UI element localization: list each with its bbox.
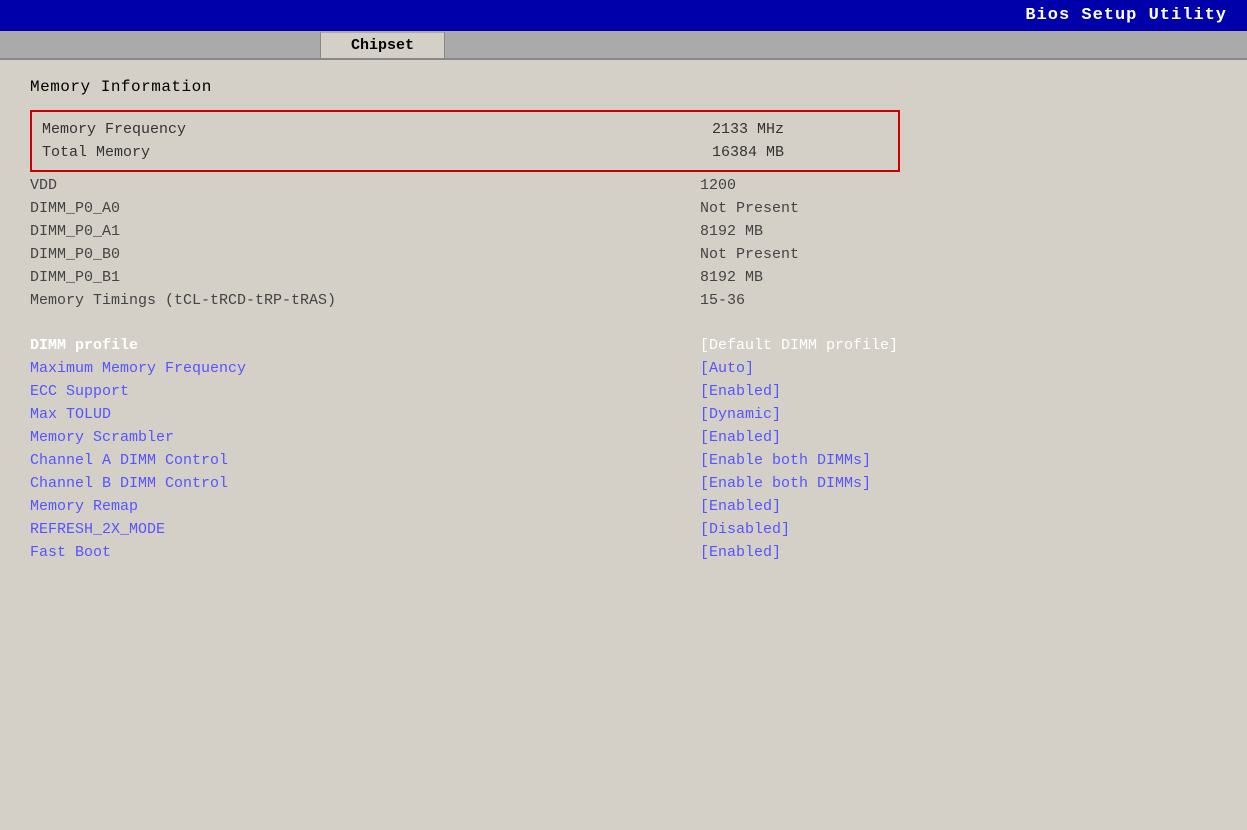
dimm-profile-label: DIMM profile bbox=[30, 337, 430, 354]
list-item[interactable]: Max TOLUD [Dynamic] bbox=[30, 403, 900, 426]
table-row: Total Memory 16384 MB bbox=[42, 141, 912, 164]
fast-boot-label: Fast Boot bbox=[30, 544, 430, 561]
list-item[interactable]: Maximum Memory Frequency [Auto] bbox=[30, 357, 900, 380]
dimm-profile-row: DIMM profile [Default DIMM profile] bbox=[30, 334, 900, 357]
max-memory-freq-value: [Auto] bbox=[700, 360, 900, 377]
memory-timings-label: Memory Timings (tCL-tRCD-tRP-tRAS) bbox=[30, 292, 430, 309]
channel-a-dimm-value: [Enable both DIMMs] bbox=[700, 452, 900, 469]
dimm-p0-b1-value: 8192 MB bbox=[700, 269, 900, 286]
tab-chipset[interactable]: Chipset bbox=[320, 31, 445, 58]
dimm-p0-a0-label: DIMM_P0_A0 bbox=[30, 200, 430, 217]
list-item[interactable]: Fast Boot [Enabled] bbox=[30, 541, 900, 564]
tab-bar: Chipset bbox=[0, 31, 1247, 60]
list-item[interactable]: REFRESH_2X_MODE [Disabled] bbox=[30, 518, 900, 541]
vdd-label: VDD bbox=[30, 177, 430, 194]
memory-frequency-value: 2133 MHz bbox=[712, 121, 912, 138]
total-memory-label: Total Memory bbox=[42, 144, 442, 161]
table-row: VDD 1200 bbox=[30, 174, 900, 197]
dimm-p0-a1-value: 8192 MB bbox=[700, 223, 900, 240]
table-row: DIMM_P0_B1 8192 MB bbox=[30, 266, 900, 289]
refresh-2x-mode-label: REFRESH_2X_MODE bbox=[30, 521, 430, 538]
channel-b-dimm-label: Channel B DIMM Control bbox=[30, 475, 430, 492]
table-row: DIMM_P0_B0 Not Present bbox=[30, 243, 900, 266]
channel-b-dimm-value: [Enable both DIMMs] bbox=[700, 475, 900, 492]
ecc-support-label: ECC Support bbox=[30, 383, 430, 400]
configurable-section: DIMM profile [Default DIMM profile] Maxi… bbox=[30, 334, 1217, 564]
max-tolud-label: Max TOLUD bbox=[30, 406, 430, 423]
table-row: Memory Frequency 2133 MHz bbox=[42, 118, 912, 141]
dimm-p0-b0-value: Not Present bbox=[700, 246, 900, 263]
refresh-2x-mode-value: [Disabled] bbox=[700, 521, 900, 538]
main-content: Memory Information Memory Frequency 2133… bbox=[0, 60, 1247, 830]
memory-timings-value: 15-36 bbox=[700, 292, 900, 309]
dimm-p0-a1-label: DIMM_P0_A1 bbox=[30, 223, 430, 240]
max-tolud-value: [Dynamic] bbox=[700, 406, 900, 423]
total-memory-value: 16384 MB bbox=[712, 144, 912, 161]
dimm-p0-a0-value: Not Present bbox=[700, 200, 900, 217]
memory-remap-label: Memory Remap bbox=[30, 498, 430, 515]
title-bar: Bios Setup Utility bbox=[0, 0, 1247, 31]
title-text: Bios Setup Utility bbox=[1025, 6, 1227, 25]
table-row: DIMM_P0_A1 8192 MB bbox=[30, 220, 900, 243]
list-item[interactable]: Channel A DIMM Control [Enable both DIMM… bbox=[30, 449, 900, 472]
dimm-profile-value: [Default DIMM profile] bbox=[700, 337, 900, 354]
list-item[interactable]: Channel B DIMM Control [Enable both DIMM… bbox=[30, 472, 900, 495]
section-title: Memory Information bbox=[30, 78, 1217, 96]
dimm-p0-b1-label: DIMM_P0_B1 bbox=[30, 269, 430, 286]
memory-frequency-label: Memory Frequency bbox=[42, 121, 442, 138]
channel-a-dimm-label: Channel A DIMM Control bbox=[30, 452, 430, 469]
highlighted-box: Memory Frequency 2133 MHz Total Memory 1… bbox=[30, 110, 900, 172]
ecc-support-value: [Enabled] bbox=[700, 383, 900, 400]
dimm-p0-b0-label: DIMM_P0_B0 bbox=[30, 246, 430, 263]
memory-scrambler-value: [Enabled] bbox=[700, 429, 900, 446]
vdd-value: 1200 bbox=[700, 177, 900, 194]
fast-boot-value: [Enabled] bbox=[700, 544, 900, 561]
table-row: Memory Timings (tCL-tRCD-tRP-tRAS) 15-36 bbox=[30, 289, 900, 312]
table-row: DIMM_P0_A0 Not Present bbox=[30, 197, 900, 220]
list-item[interactable]: Memory Scrambler [Enabled] bbox=[30, 426, 900, 449]
list-item[interactable]: ECC Support [Enabled] bbox=[30, 380, 900, 403]
max-memory-freq-label: Maximum Memory Frequency bbox=[30, 360, 430, 377]
memory-scrambler-label: Memory Scrambler bbox=[30, 429, 430, 446]
list-item[interactable]: Memory Remap [Enabled] bbox=[30, 495, 900, 518]
memory-remap-value: [Enabled] bbox=[700, 498, 900, 515]
